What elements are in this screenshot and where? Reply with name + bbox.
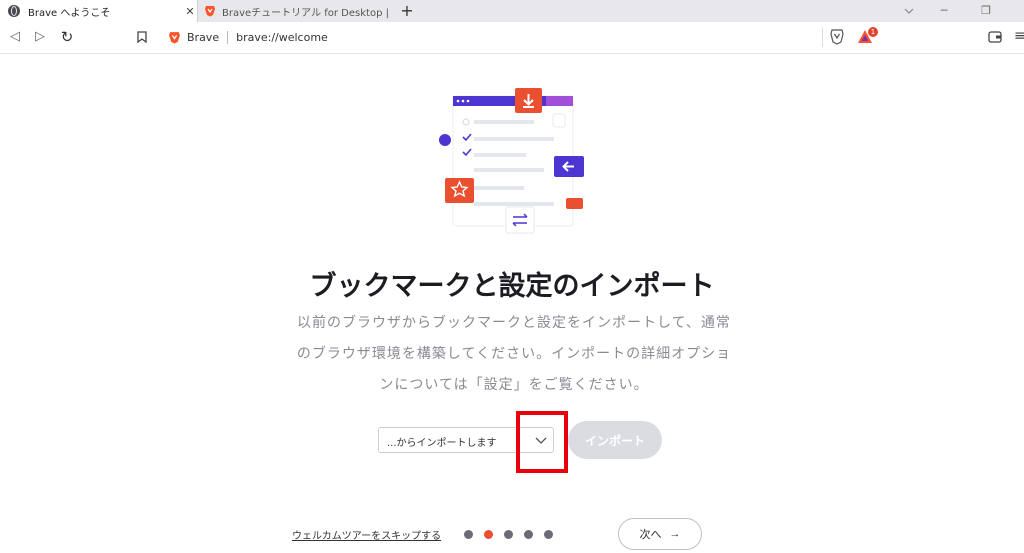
minimize-button[interactable]: ─: [924, 0, 964, 22]
tab-strip: Brave へようこそ ✕ Braveチュートリアル for Desktop |…: [0, 0, 1024, 22]
tab-title: Brave へようこそ: [28, 7, 111, 19]
import-button[interactable]: インポート: [568, 421, 662, 459]
brave-shields-icon[interactable]: [830, 29, 844, 45]
tab-brave-tutorial[interactable]: Braveチュートリアル for Desktop | Brave B: [198, 0, 392, 22]
next-label: 次へ: [639, 529, 662, 541]
skip-tour-link[interactable]: ウェルカムツアーをスキップする: [292, 527, 441, 542]
page-title: ブックマークと設定のインポート: [309, 271, 715, 302]
tab-search-chevron-icon[interactable]: [904, 6, 914, 16]
description-line: 以前のブラウザからブックマークと設定をインポートして、通常: [297, 315, 731, 331]
address-bar[interactable]: Brave brave://welcome: [160, 26, 824, 48]
wallet-icon[interactable]: [988, 31, 1002, 43]
back-button[interactable]: ◁: [6, 28, 24, 46]
forward-button[interactable]: ▷: [31, 28, 49, 46]
step-dot[interactable]: [524, 530, 533, 539]
reload-button[interactable]: ↻: [58, 28, 76, 46]
description-line: のブラウザ環境を構築してください。インポートの詳細オプショ: [296, 346, 732, 362]
main-menu-button[interactable]: ≡: [1014, 29, 1024, 43]
step-indicator: [464, 530, 553, 540]
step-dot-active[interactable]: [484, 530, 493, 539]
close-icon[interactable]: ✕: [183, 5, 197, 18]
globe-icon: [8, 5, 20, 17]
step-dot[interactable]: [464, 530, 473, 539]
tab-title: Braveチュートリアル for Desktop | Brave B: [222, 7, 392, 19]
omnibox-url[interactable]: brave://welcome: [236, 31, 328, 44]
import-illustration: [439, 88, 584, 234]
step-dot[interactable]: [504, 530, 513, 539]
select-value: ...からインポートします: [387, 438, 497, 449]
page-description: 以前のブラウザからブックマークと設定をインポートして、通常 のブラウザ環境を構築…: [294, 308, 734, 401]
brave-lion-icon: [169, 31, 180, 43]
rewards-badge: 1: [868, 27, 878, 37]
description-line: ンについては「設定」をご覧ください。: [379, 377, 649, 393]
omnibox-brand: Brave: [187, 30, 220, 44]
tab-brave-welcome[interactable]: Brave へようこそ ✕: [0, 0, 198, 22]
brave-lion-icon: [205, 6, 215, 17]
omnibox-separator: [227, 30, 229, 44]
restore-button[interactable]: ❐: [966, 0, 1006, 22]
arrow-right-icon: →: [669, 528, 681, 540]
next-button[interactable]: 次へ →: [618, 518, 702, 550]
step-dot[interactable]: [544, 530, 553, 539]
toolbar-divider: [822, 27, 823, 47]
highlight-box: [516, 411, 568, 473]
bookmark-icon[interactable]: [137, 31, 147, 43]
new-tab-button[interactable]: +: [398, 2, 416, 20]
